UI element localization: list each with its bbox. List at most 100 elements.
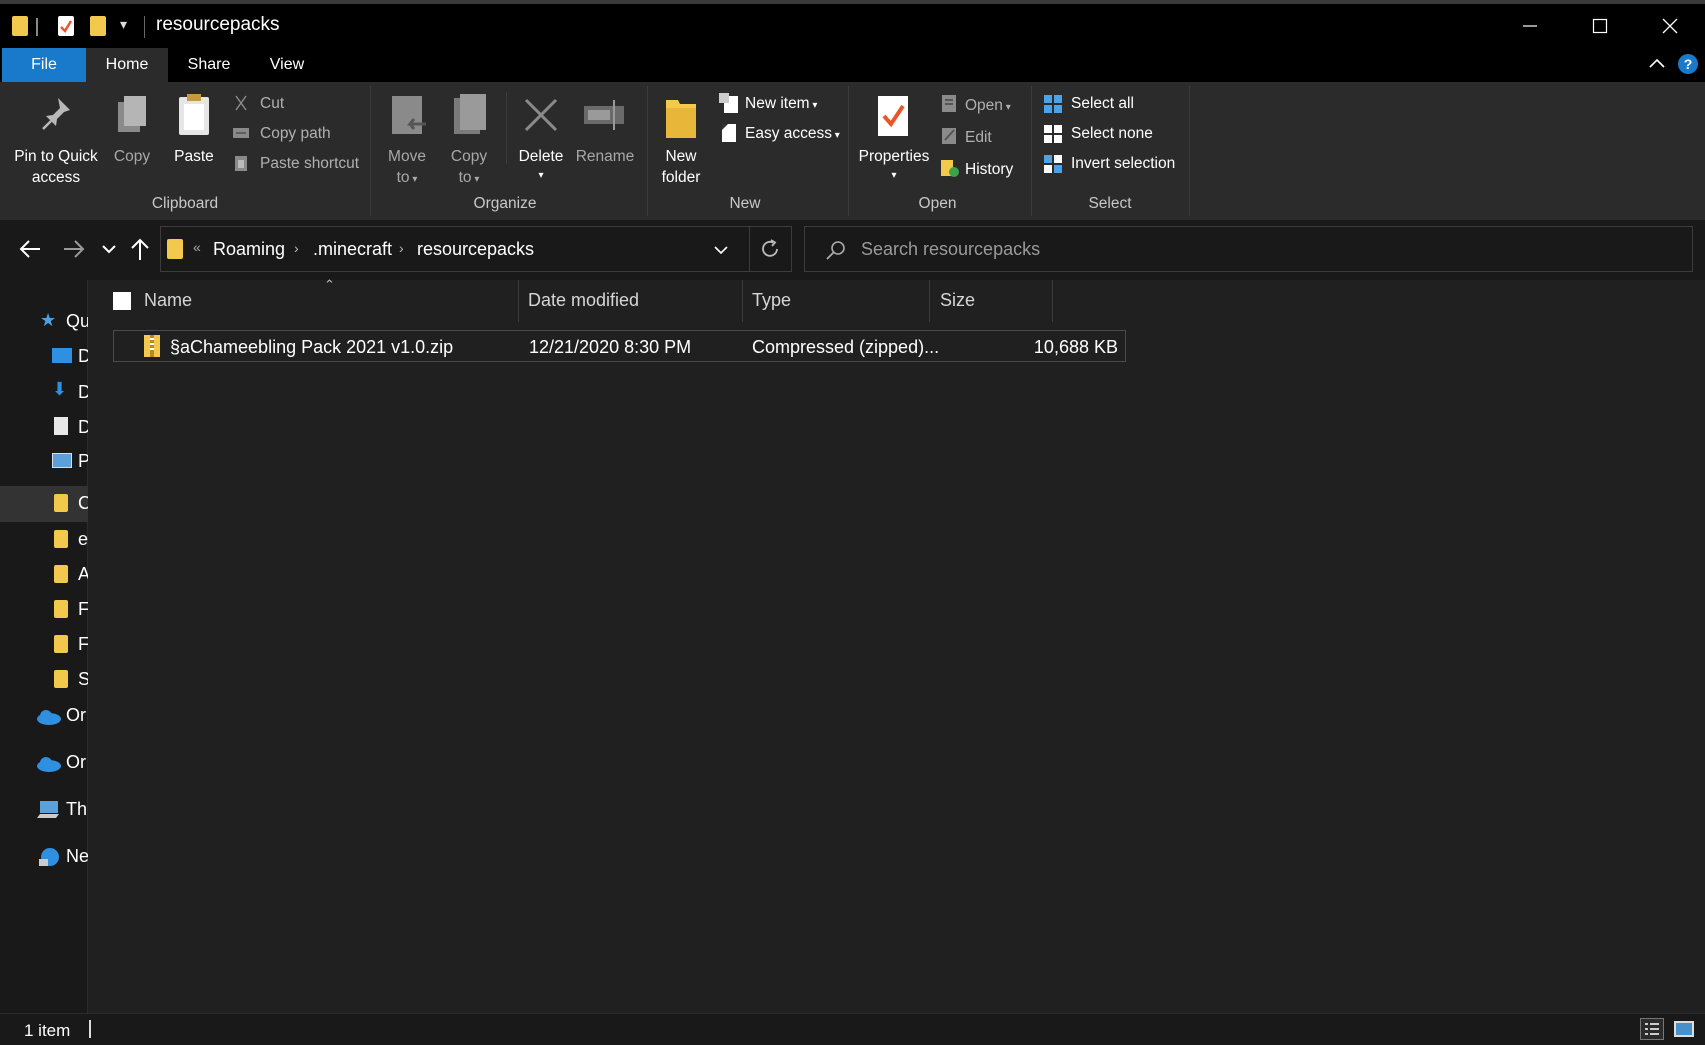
recent-locations-button[interactable] [101,242,117,260]
ribbon: Pin to Quick access Copy Paste Cut Copy … [0,82,1705,220]
close-icon [1662,18,1678,34]
history-label: History [965,161,1014,178]
new-folder-label-line2: folder [661,169,701,186]
file-list: ⌃ Name Date modified Type Size [88,277,1705,1013]
copy-path-label: Copy path [260,125,331,142]
breadcrumb-separator-icon[interactable]: › [294,240,299,256]
table-row[interactable]: §aChameebling Pack 2021 v1.0.zip 12/21/2… [113,330,1126,362]
pin-icon [42,98,70,130]
large-icons-view-button[interactable] [1672,1018,1696,1040]
breadcrumb-resourcepacks[interactable]: resourcepacks [417,239,534,260]
ribbon-separator [370,86,371,216]
document-icon [54,417,68,435]
column-divider[interactable] [929,280,930,322]
up-button[interactable] [129,237,151,266]
column-divider[interactable] [742,280,743,322]
breadcrumb-roaming[interactable]: Roaming [213,239,285,260]
copy-path-icon [233,128,249,138]
forward-button[interactable] [62,238,86,265]
folder-icon [54,565,68,583]
address-history-button[interactable] [713,243,729,261]
new-folder-icon[interactable] [90,16,106,36]
new-folder-label-line1: New [665,148,697,165]
open-icon [942,95,956,112]
dropdown-arrow-icon: ▾ [471,174,480,185]
group-new: New [729,195,761,212]
nav-item-label: Qu [66,311,91,331]
select-all-icon [1044,95,1062,113]
file-size: 10,688 KB [1033,337,1118,357]
breadcrumb-minecraft[interactable]: .minecraft [313,239,392,260]
column-header-type[interactable]: Type [752,290,791,311]
close-button[interactable] [1635,4,1705,48]
customize-qat-icon[interactable]: ▾ [120,16,127,33]
nav-item-label: e [78,529,89,549]
ribbon-separator [848,86,849,216]
collapse-ribbon-icon[interactable] [1648,56,1666,75]
address-bar[interactable]: « Roaming › .minecraft › resourcepacks [160,226,792,272]
select-all-checkbox[interactable] [113,292,131,310]
delete-label: Delete [518,148,564,165]
select-none-label: Select none [1071,125,1153,142]
move-to-icon [392,96,426,134]
new-folder-icon [666,100,696,138]
folder-icon [54,600,68,618]
folder-icon [167,239,183,259]
breadcrumb-separator-icon[interactable]: › [399,240,404,256]
tab-home[interactable]: Home [86,48,168,82]
column-header-name[interactable]: Name [144,290,192,311]
column-header-size[interactable]: Size [940,290,975,311]
divider [36,18,38,36]
forward-arrow-icon [64,240,85,258]
dropdown-arrow-icon: ▾ [809,100,818,111]
breadcrumb-overflow[interactable]: « [193,239,201,255]
cloud-icon [37,757,61,772]
invert-selection-icon [1044,155,1062,173]
pin-label-line2: access [31,169,81,186]
minimize-button[interactable] [1495,4,1565,48]
properties-label: Properties [858,148,930,165]
refresh-button[interactable] [759,238,781,265]
folder-icon [54,670,68,688]
cut-label: Cut [260,95,285,112]
properties-icon[interactable] [58,16,74,36]
scissors-icon [235,95,247,111]
chevron-down-icon [714,246,728,255]
tab-view[interactable]: View [252,48,322,82]
minimize-icon [1523,25,1537,27]
select-none-icon [1044,125,1062,143]
tab-file[interactable]: File [2,48,86,82]
divider [144,16,145,38]
maximize-button[interactable] [1565,4,1635,48]
refresh-icon [762,239,778,257]
file-date: 12/21/2020 8:30 PM [529,337,692,357]
paste-shortcut-label: Paste shortcut [260,155,360,172]
dropdown-arrow-icon: ▾ [538,170,544,181]
back-button[interactable] [18,238,42,265]
tab-share[interactable]: Share [174,48,244,82]
copy-label: Copy [113,148,151,165]
divider [89,1020,91,1038]
search-input[interactable]: Search resourcepacks [861,239,1040,260]
group-clipboard: Clipboard [151,195,219,212]
column-divider[interactable] [1052,280,1053,322]
back-arrow-icon [19,240,40,258]
history-icon [941,160,959,177]
rename-icon [584,100,624,130]
column-header-date[interactable]: Date modified [528,290,639,311]
ribbon-separator [1189,86,1190,216]
nav-item-label: Th [66,799,88,819]
search-box[interactable]: Search resourcepacks [804,226,1693,272]
easy-access-label: Easy access [745,125,833,142]
dropdown-arrow-icon: ▾ [832,130,840,141]
details-view-button[interactable] [1640,1018,1664,1040]
group-organize: Organize [473,195,537,212]
copy-to-label-line2: to [458,169,472,186]
ribbon-separator [647,86,648,216]
easy-access-icon [722,124,736,142]
help-icon[interactable]: ? [1678,54,1698,74]
column-divider[interactable] [518,280,519,322]
paste-icon [179,94,209,135]
ribbon-tabs: File Home Share View ? [0,48,1705,82]
divider [749,227,750,271]
